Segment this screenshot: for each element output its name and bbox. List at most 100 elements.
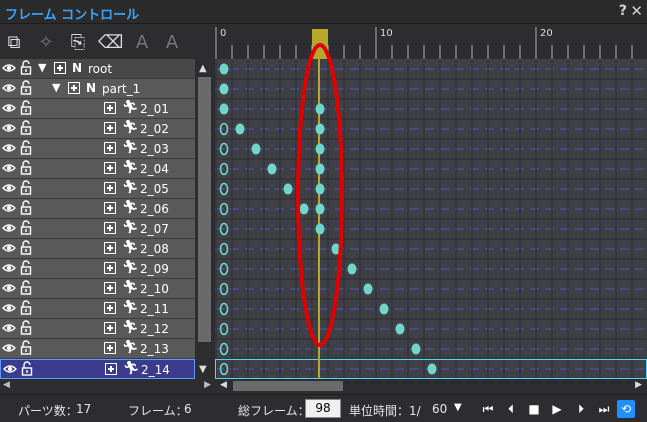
plus-box-icon[interactable] [104, 182, 116, 194]
eye-icon[interactable] [2, 321, 16, 335]
eye-icon[interactable] [2, 221, 16, 235]
tree-row[interactable]: 🏃︎ 2_04 [0, 159, 195, 179]
plus-box-icon[interactable] [104, 322, 116, 334]
plus-box-icon[interactable] [104, 142, 116, 154]
tree-row[interactable]: 🏃︎ 2_14 [0, 359, 195, 379]
tree-row[interactable]: 🏃︎ 2_10 [0, 279, 195, 299]
scroll-left-icon[interactable]: ◀ [3, 380, 10, 390]
eye-icon[interactable] [2, 201, 16, 215]
timeline-horizontal-scrollbar[interactable]: ◀ ▶ [215, 379, 647, 393]
lock-icon[interactable] [20, 240, 32, 256]
timeline-grid[interactable]: 0 10 20 [215, 25, 647, 379]
eye-icon[interactable] [2, 81, 16, 95]
eye-icon[interactable] [2, 121, 16, 135]
plus-box-icon[interactable] [104, 302, 116, 314]
total-frames-input[interactable]: 98 [305, 399, 341, 418]
text-a-icon[interactable]: A [130, 31, 154, 55]
plus-box-icon[interactable] [54, 62, 66, 74]
plus-box-icon[interactable] [104, 162, 116, 174]
expand-toggle-icon[interactable]: ▼ [38, 61, 46, 74]
lock-icon[interactable] [20, 280, 32, 296]
eye-icon[interactable] [2, 141, 16, 155]
eye-icon[interactable] [2, 341, 16, 355]
scroll-up-icon[interactable]: ▲ [199, 63, 207, 74]
lock-icon[interactable] [21, 361, 33, 377]
plus-box-icon[interactable] [104, 202, 116, 214]
lock-icon[interactable] [20, 340, 32, 356]
scroll-right-icon[interactable]: ▶ [204, 380, 211, 390]
first-frame-icon[interactable]: ⏮ [479, 400, 497, 418]
tree-row[interactable]: 🏃︎ 2_05 [0, 179, 195, 199]
tree-row[interactable]: 🏃︎ 2_06 [0, 199, 195, 219]
lock-icon[interactable] [20, 100, 32, 116]
tree-horizontal-scrollbar[interactable]: ◀ ▶ [0, 379, 214, 393]
plus-box-icon[interactable] [104, 262, 116, 274]
eye-icon[interactable] [2, 101, 16, 115]
copy-icon[interactable]: ⎘ [66, 31, 90, 55]
tree-row[interactable]: ▼ Npart_1 [0, 79, 195, 99]
tree-row[interactable]: 🏃︎ 2_07 [0, 219, 195, 239]
lock-icon[interactable] [20, 120, 32, 136]
close-button[interactable]: ✕ [630, 2, 643, 20]
tree-row[interactable]: 🏃︎ 2_13 [0, 339, 195, 359]
eye-icon[interactable] [2, 161, 16, 175]
plus-box-icon[interactable] [105, 363, 117, 375]
expand-toggle-icon[interactable]: ▼ [52, 81, 60, 94]
help-button[interactable]: ? [619, 3, 627, 19]
erase-icon[interactable]: ⌫ [98, 31, 123, 55]
plus-box-icon[interactable] [104, 122, 116, 134]
lock-icon[interactable] [20, 80, 32, 96]
timeline-scroll-left-icon[interactable]: ◀ [220, 380, 227, 390]
timeline-svg[interactable]: 0 10 20 [215, 25, 647, 379]
tree-row[interactable]: 🏃︎ 2_12 [0, 319, 195, 339]
add-disabled-icon[interactable]: ✧ [34, 31, 58, 55]
eye-icon[interactable] [2, 281, 16, 295]
timeline-scroll-thumb[interactable] [233, 381, 343, 391]
scroll-thumb[interactable] [198, 77, 211, 342]
unit-time-value[interactable]: 60 [432, 402, 447, 416]
unit-time-dropdown-icon[interactable]: ▼ [454, 402, 462, 413]
lock-icon[interactable] [20, 320, 32, 336]
tree-row[interactable]: 🏃︎ 2_01 [0, 99, 195, 119]
plus-box-icon[interactable] [104, 102, 116, 114]
lock-icon[interactable] [20, 160, 32, 176]
last-frame-icon[interactable]: ⏭ [595, 400, 613, 418]
tree-row[interactable]: 🏃︎ 2_03 [0, 139, 195, 159]
add-part-icon[interactable]: ⧉ [2, 31, 26, 55]
tree-row-label: 2_08 [140, 242, 169, 256]
plus-box-icon[interactable] [104, 242, 116, 254]
plus-box-icon[interactable] [104, 342, 116, 354]
eye-icon[interactable] [2, 301, 16, 315]
plus-box-icon[interactable] [104, 222, 116, 234]
tree-row[interactable]: 🏃︎ 2_11 [0, 299, 195, 319]
total-frames-label: 総フレーム： [238, 404, 310, 418]
tree-row-label: 2_03 [140, 142, 169, 156]
lock-icon[interactable] [20, 60, 32, 76]
lock-icon[interactable] [20, 200, 32, 216]
lock-icon[interactable] [20, 180, 32, 196]
text-a-arrow-icon[interactable]: A [160, 31, 184, 55]
plus-box-icon[interactable] [68, 82, 80, 94]
lock-icon[interactable] [20, 140, 32, 156]
tree-row[interactable]: 🏃︎ 2_09 [0, 259, 195, 279]
prev-frame-icon[interactable]: ⏴ [502, 400, 520, 418]
eye-icon[interactable] [2, 181, 16, 195]
tree-vertical-scrollbar[interactable]: ▲ ▼ [195, 59, 214, 379]
timeline-scroll-right-icon[interactable]: ▶ [635, 380, 642, 390]
tree-row[interactable]: ▼ Nroot [0, 59, 195, 79]
eye-icon[interactable] [2, 261, 16, 275]
eye-icon[interactable] [3, 362, 17, 376]
lock-icon[interactable] [20, 300, 32, 316]
stop-icon[interactable]: ■ [525, 400, 543, 418]
lock-icon[interactable] [20, 260, 32, 276]
tree-row[interactable]: 🏃︎ 2_08 [0, 239, 195, 259]
lock-icon[interactable] [20, 220, 32, 236]
loop-icon[interactable]: ⟲ [617, 400, 635, 418]
tree-row[interactable]: 🏃︎ 2_02 [0, 119, 195, 139]
plus-box-icon[interactable] [104, 282, 116, 294]
eye-icon[interactable] [2, 61, 16, 75]
eye-icon[interactable] [2, 241, 16, 255]
scroll-down-icon[interactable]: ▼ [199, 364, 207, 375]
next-frame-icon[interactable]: ⏵ [572, 400, 590, 418]
play-icon[interactable]: ▶ [548, 400, 566, 418]
